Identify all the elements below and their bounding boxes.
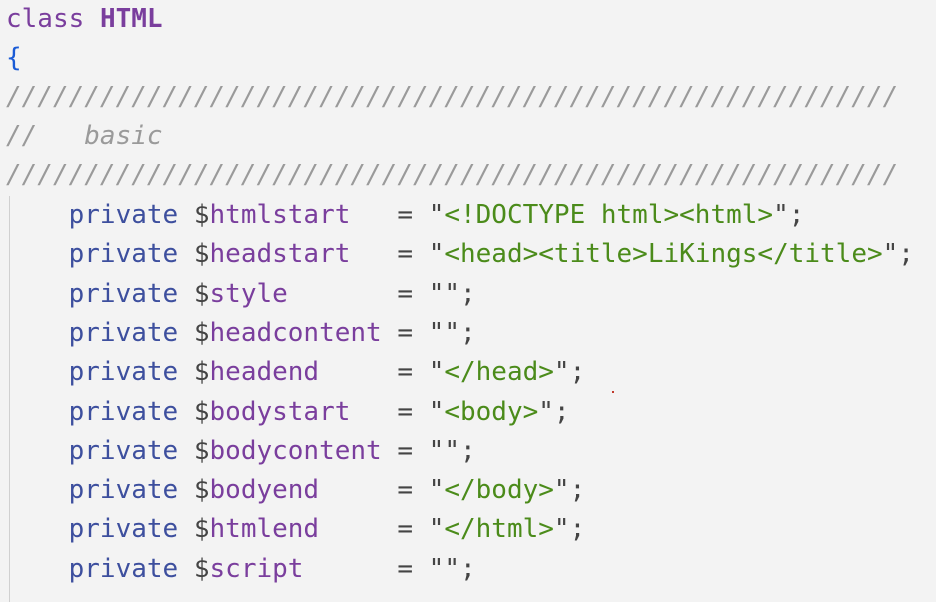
comment-rule: ////////////////////////////////////////… [6,82,899,112]
code-line-member-headcontent: private $headcontent = ""; [6,314,476,353]
string-value: "" [428,279,460,309]
assignment-operator: = [397,475,414,505]
variable-sigil: $ [193,279,210,309]
private-keyword: private [68,239,179,269]
statement-terminator: ; [788,200,805,230]
code-line-member-script: private $script = ""; [6,550,476,589]
alignment-padding [319,514,397,544]
assignment-operator: = [397,514,414,544]
cursor-artifact [612,391,614,393]
variable-sigil: $ [193,318,210,348]
string-value: "" [428,436,460,466]
statement-terminator: ; [569,475,586,505]
variable-name: htmlend [209,514,320,544]
private-keyword: private [68,318,179,348]
private-keyword: private [68,200,179,230]
alignment-padding [303,554,397,584]
variable-sigil: $ [193,397,210,427]
class-name: HTML [99,4,163,34]
assignment-operator: = [397,200,414,230]
private-keyword: private [68,279,179,309]
string-value: "" [428,554,460,584]
private-keyword: private [68,554,179,584]
string-value: "<head><title>LiKings</title>" [428,239,899,269]
class-keyword: class [6,4,85,34]
assignment-operator: = [397,279,414,309]
code-line-member-bodycontent: private $bodycontent = ""; [6,432,476,471]
code-line-member-bodyend: private $bodyend = "</body>"; [6,471,586,510]
statement-terminator: ; [459,318,476,348]
assignment-operator: = [397,357,414,387]
string-value: "</body>" [428,475,570,505]
alignment-padding [319,475,397,505]
code-line-comment-rule-bottom: ////////////////////////////////////////… [6,156,898,195]
comment-text: // basic [6,121,163,151]
comment-rule: ////////////////////////////////////////… [6,160,899,190]
variable-sigil: $ [193,554,210,584]
statement-terminator: ; [569,514,586,544]
variable-sigil: $ [193,514,210,544]
code-line-class-declaration: class HTML [6,0,163,39]
private-keyword: private [68,436,179,466]
variable-name: bodycontent [209,436,382,466]
variable-name: headcontent [209,318,382,348]
code-line-member-htmlend: private $htmlend = "</html>"; [6,510,586,549]
variable-sigil: $ [193,357,210,387]
variable-sigil: $ [193,475,210,505]
statement-terminator: ; [553,397,570,427]
code-line-open-brace: { [6,39,22,78]
code-line-comment-rule-top: ////////////////////////////////////////… [6,78,898,117]
code-line-member-bodystart: private $bodystart = "<body>"; [6,393,570,432]
string-value: "</head>" [428,357,570,387]
alignment-padding [319,357,397,387]
code-line-member-headend: private $headend = "</head>"; [6,353,586,392]
variable-name: headstart [209,239,351,269]
alignment-padding [382,318,398,348]
alignment-padding [350,239,397,269]
variable-sigil: $ [193,239,210,269]
private-keyword: private [68,475,179,505]
string-value: "<!DOCTYPE html><html>" [428,200,789,230]
code-line-member-style: private $style = ""; [6,275,476,314]
code-line-member-headstart: private $headstart = "<head><title>LiKin… [6,235,914,274]
alignment-padding [350,397,397,427]
assignment-operator: = [397,318,414,348]
assignment-operator: = [397,436,414,466]
variable-name: bodystart [209,397,351,427]
string-value: "" [428,318,460,348]
variable-sigil: $ [193,200,210,230]
private-keyword: private [68,514,179,544]
open-brace: { [6,43,22,73]
private-keyword: private [68,397,179,427]
string-value: "</html>" [428,514,570,544]
statement-terminator: ; [898,239,914,269]
statement-terminator: ; [459,554,476,584]
statement-terminator: ; [459,436,476,466]
private-keyword: private [68,357,179,387]
variable-sigil: $ [193,436,210,466]
alignment-padding [350,200,397,230]
variable-name: headend [209,357,320,387]
assignment-operator: = [397,397,414,427]
string-value: "<body>" [428,397,554,427]
assignment-operator: = [397,239,414,269]
assignment-operator: = [397,554,414,584]
variable-name: script [209,554,304,584]
statement-terminator: ; [569,357,586,387]
variable-name: htmlstart [209,200,351,230]
alignment-padding [382,436,398,466]
code-editor[interactable]: class HTML { ///////////////////////////… [0,0,936,602]
statement-terminator: ; [460,279,476,309]
alignment-padding [288,279,398,309]
variable-name: bodyend [209,475,320,505]
variable-name: style [209,279,288,309]
code-line-comment-basic: // basic [6,117,163,156]
code-line-member-htmlstart: private $htmlstart = "<!DOCTYPE html><ht… [6,196,805,235]
